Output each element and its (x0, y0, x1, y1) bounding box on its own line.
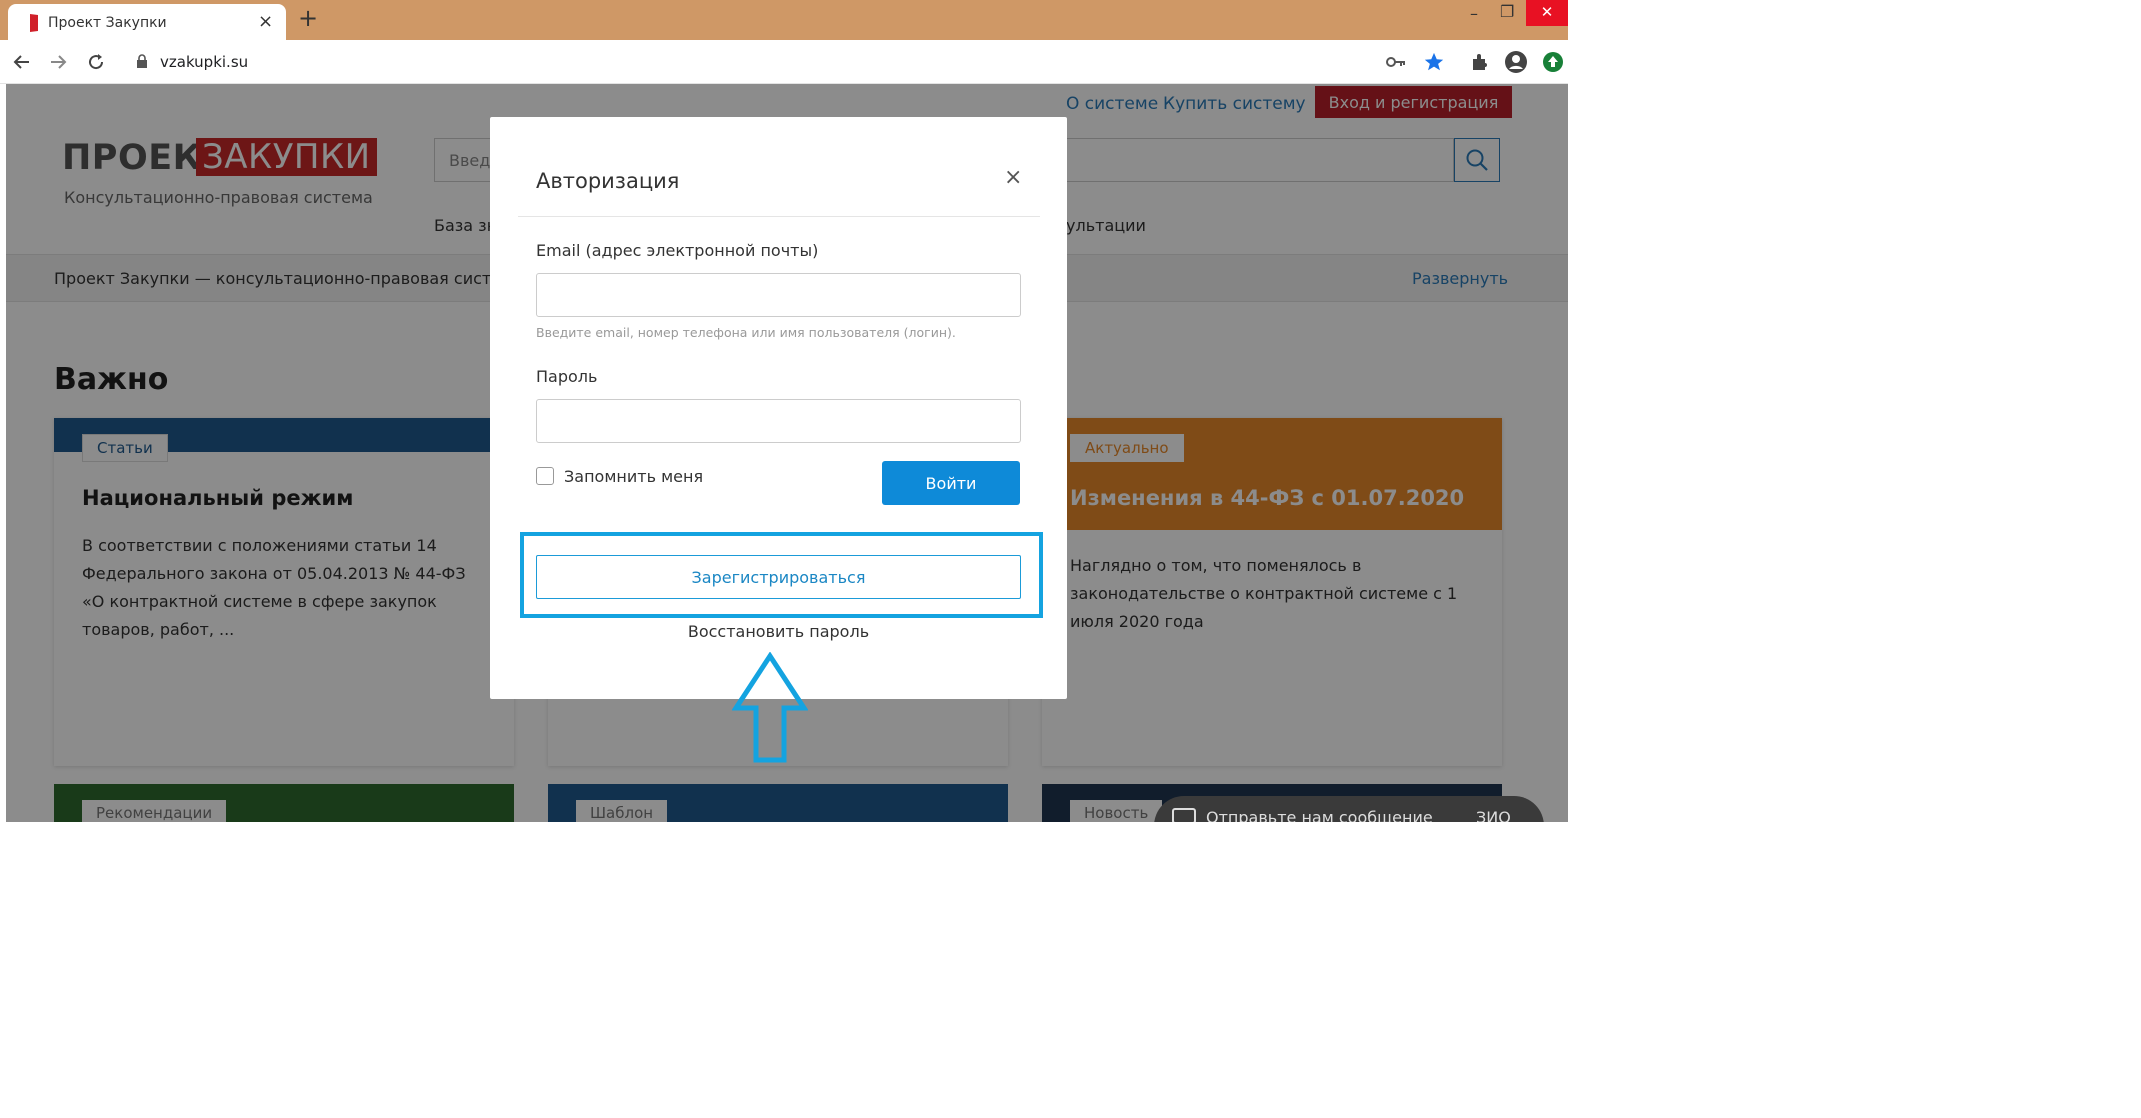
remember-checkbox[interactable] (536, 467, 554, 485)
password-label: Пароль (536, 367, 598, 386)
extensions-icon[interactable] (1468, 50, 1492, 74)
window-close-button[interactable]: ✕ (1526, 0, 1568, 26)
close-icon[interactable]: × (1004, 165, 1022, 190)
chat-text: Отправьте нам сообщение (1206, 808, 1433, 822)
tab-title: Проект Закупки (48, 15, 167, 31)
browser-toolbar: vzakupki.su (0, 40, 1568, 84)
remember-label[interactable]: Запомнить меня (564, 467, 703, 486)
tab-bar: Проект Закупки × + – ❐ ✕ (0, 0, 1568, 40)
reload-button[interactable] (82, 48, 110, 76)
profile-icon[interactable] (1504, 50, 1528, 74)
email-field[interactable] (536, 273, 1021, 317)
browser-window: Проект Закупки × + – ❐ ✕ vzakupki.su О с… (0, 0, 1568, 822)
lock-icon (137, 54, 147, 68)
up-arrow-icon (732, 652, 808, 763)
minimize-button[interactable]: – (1470, 4, 1478, 23)
reload-icon (89, 54, 104, 70)
forward-button[interactable] (44, 48, 72, 76)
back-icon (13, 55, 29, 69)
forward-icon (51, 55, 67, 69)
url-text: vzakupki.su (160, 53, 249, 71)
modal-divider (518, 216, 1040, 217)
new-tab-button[interactable]: + (298, 4, 318, 32)
modal-title: Авторизация (536, 169, 680, 193)
back-button[interactable] (8, 48, 36, 76)
message-icon (1172, 808, 1196, 822)
highlight-box (520, 532, 1043, 618)
tab-close-icon[interactable]: × (258, 11, 273, 32)
email-hint: Введите email, номер телефона или имя по… (536, 325, 956, 340)
email-label: Email (адрес электронной почты) (536, 241, 819, 260)
favicon-icon (30, 14, 38, 32)
browser-tab[interactable]: Проект Закупки × (8, 4, 286, 40)
key-icon[interactable] (1384, 50, 1408, 74)
chat-tail-text: ЗИО (1476, 808, 1511, 822)
update-icon[interactable] (1541, 50, 1565, 74)
login-submit-button[interactable]: Войти (882, 461, 1020, 505)
address-bar[interactable]: vzakupki.su (124, 45, 1374, 79)
chat-widget[interactable]: Отправьте нам сообщение ЗИО (1154, 796, 1544, 822)
password-field[interactable] (536, 399, 1021, 443)
restore-button[interactable]: ❐ (1500, 2, 1514, 21)
restore-password-link[interactable]: Восстановить пароль (490, 622, 1067, 641)
star-icon[interactable] (1422, 50, 1446, 74)
